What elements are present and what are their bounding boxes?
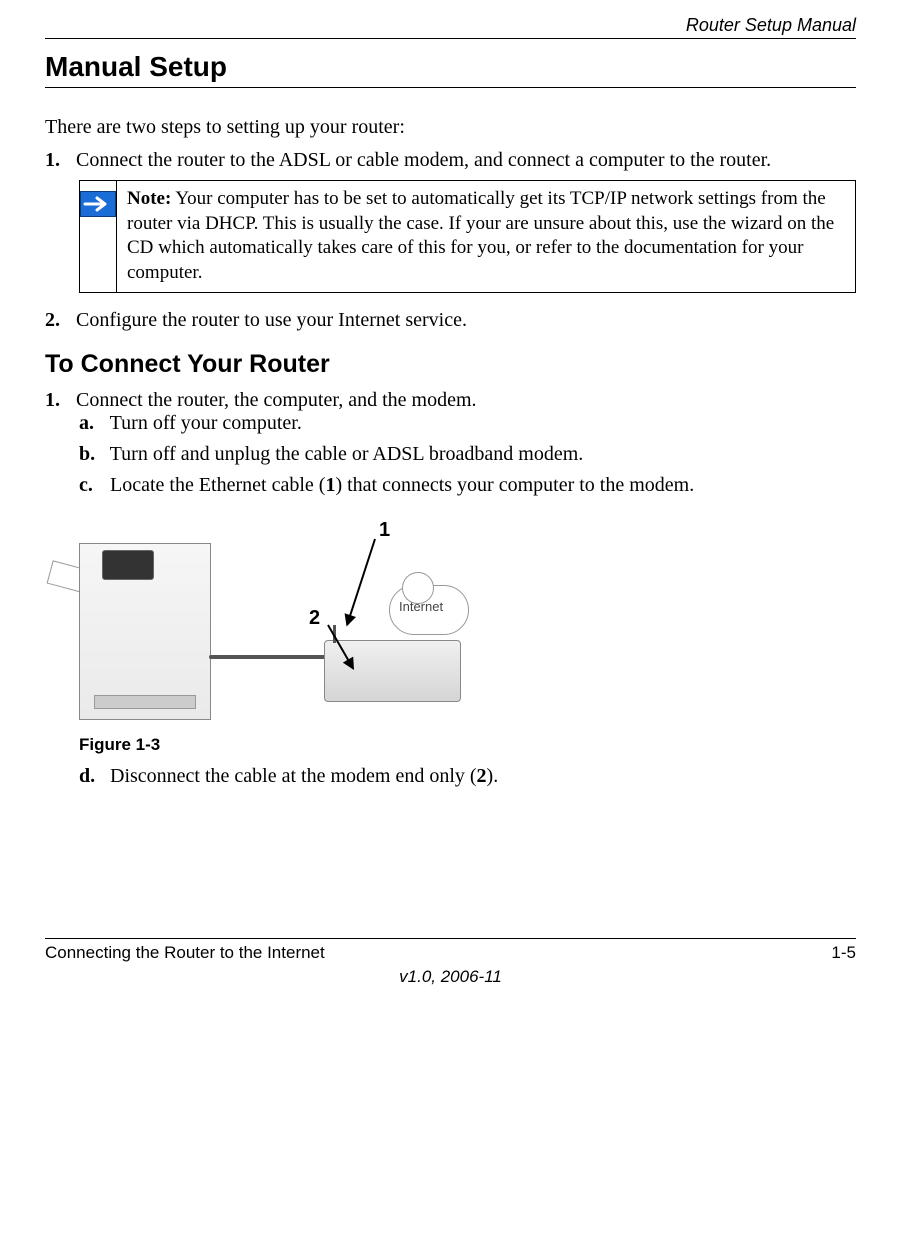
- header-rule: [45, 38, 856, 39]
- section-rule: [45, 87, 856, 88]
- sub-d-text-post: ).: [487, 765, 499, 787]
- footer-page-number: 1-5: [831, 943, 856, 963]
- sub-step-d: d. Disconnect the cable at the modem end…: [79, 765, 856, 788]
- sub-d-marker: d.: [79, 765, 105, 788]
- step-1: 1. Connect the router to the ADSL or cab…: [45, 149, 856, 293]
- sub-a-marker: a.: [79, 412, 105, 435]
- cloud-label: Internet: [399, 599, 443, 614]
- sub-c-text-post: ) that connects your computer to the mod…: [335, 474, 694, 496]
- sub-a-text: Turn off your computer.: [110, 412, 302, 434]
- note-box: Note: Your computer has to be set to aut…: [79, 180, 856, 293]
- sub-step-c: c. Locate the Ethernet cable (1) that co…: [79, 474, 856, 497]
- step-2-text: Configure the router to use your Interne…: [76, 309, 467, 331]
- footer-row: Connecting the Router to the Internet 1-…: [45, 943, 856, 963]
- figure-1-3: Internet 1 2 Figure 1-3: [79, 515, 856, 755]
- arrow-right-icon: [80, 191, 116, 217]
- sub-b-marker: b.: [79, 443, 105, 466]
- callout-2: 2: [309, 607, 320, 630]
- note-icon-cell: [80, 181, 117, 292]
- sub-step-a: a. Turn off your computer.: [79, 412, 856, 435]
- modem-icon: [324, 640, 461, 702]
- step-1-text: Connect the router to the ADSL or cable …: [76, 149, 771, 171]
- footer-left: Connecting the Router to the Internet: [45, 943, 325, 963]
- sub-b-text: Turn off and unplug the cable or ADSL br…: [110, 443, 584, 465]
- section-title: Manual Setup: [45, 51, 856, 83]
- sub-d-text-pre: Disconnect the cable at the modem end on…: [110, 765, 477, 787]
- figure-image: Internet 1 2: [79, 515, 479, 725]
- sub-c-text-pre: Locate the Ethernet cable (: [110, 474, 325, 496]
- footer-rule: [45, 938, 856, 939]
- sub-c-bold: 1: [325, 474, 335, 496]
- computer-icon: [79, 543, 211, 720]
- note-text: Note: Your computer has to be set to aut…: [117, 181, 855, 292]
- sub-step-1-text: Connect the router, the computer, and th…: [76, 389, 477, 411]
- note-body: Your computer has to be set to automatic…: [127, 188, 834, 283]
- step-1-marker: 1.: [45, 149, 71, 172]
- note-label: Note:: [127, 188, 171, 209]
- sub-step-b: b. Turn off and unplug the cable or ADSL…: [79, 443, 856, 466]
- step-2-marker: 2.: [45, 309, 71, 332]
- footer-version: v1.0, 2006-11: [45, 967, 856, 987]
- section-intro: There are two steps to setting up your r…: [45, 116, 856, 139]
- arrow-1-icon: [346, 538, 376, 624]
- subsection-title: To Connect Your Router: [45, 350, 856, 379]
- sub-step-1: 1. Connect the router, the computer, and…: [45, 389, 856, 788]
- figure-caption: Figure 1-3: [79, 735, 856, 755]
- doc-header-title: Router Setup Manual: [45, 15, 856, 36]
- sub-c-marker: c.: [79, 474, 105, 497]
- sub-d-bold: 2: [477, 765, 487, 787]
- sub-step-1-marker: 1.: [45, 389, 71, 412]
- step-2: 2. Configure the router to use your Inte…: [45, 309, 856, 332]
- callout-1: 1: [379, 519, 390, 542]
